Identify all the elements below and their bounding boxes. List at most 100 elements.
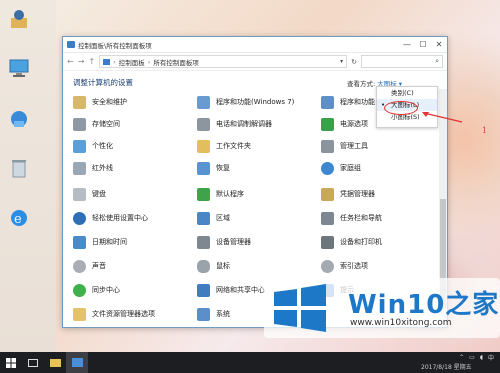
item-security-maintenance[interactable]: 安全和维护 (73, 95, 127, 109)
item-region[interactable]: 区域 (197, 211, 230, 225)
item-ease-of-access[interactable]: 轻松使用设置中心 (73, 211, 148, 225)
item-sound[interactable]: 声音 (73, 259, 106, 273)
item-indexing-options[interactable]: 索引选项 (321, 259, 368, 273)
folder-icon (197, 139, 210, 153)
clock-icon (73, 235, 86, 249)
breadcrumb-all-items[interactable]: 所有控制面板项 (153, 57, 199, 67)
highlight-circle (384, 101, 418, 115)
globe-icon (197, 211, 210, 225)
address-bar[interactable]: › 控制面板 › 所有控制面板项 ▾ (99, 55, 348, 68)
brand-watermark: Win10之家 www.win10xitong.com (264, 278, 500, 338)
windows-logo-icon (274, 284, 326, 332)
tools-icon (321, 139, 334, 153)
brand-name: Win10之家 (348, 290, 500, 320)
folder-icon (103, 58, 111, 65)
window-title: 控制面板\所有控制面板项 (78, 41, 152, 50)
recycle-bin-icon[interactable] (8, 157, 30, 179)
item-admin-tools[interactable]: 管理工具 (321, 139, 368, 153)
title-bar[interactable]: 控制面板\所有控制面板项 — ☐ ✕ (63, 37, 447, 53)
search-input[interactable]: ⌕ (361, 55, 443, 68)
item-sync-center[interactable]: 同步中心 (73, 283, 120, 297)
annotation-number: 1 (482, 126, 488, 135)
item-phone-modem[interactable]: 电话和调制解调器 (197, 117, 272, 131)
system-icon (197, 307, 210, 321)
refresh-button[interactable]: ↻ (351, 58, 357, 66)
credential-icon (321, 187, 334, 201)
item-taskbar-navigation[interactable]: 任务栏和导航 (321, 211, 382, 225)
item-system[interactable]: 系统 (197, 307, 230, 321)
item-mouse[interactable]: 鼠标 (197, 259, 230, 273)
control-panel-icon (71, 358, 83, 367)
folder-options-icon (73, 307, 86, 321)
breadcrumb-control-panel[interactable]: 控制面板 (119, 57, 145, 67)
item-keyboard[interactable]: 键盘 (73, 187, 106, 201)
view-by-label: 查看方式: (347, 80, 376, 88)
item-recovery[interactable]: 恢复 (197, 161, 230, 175)
phone-icon (197, 117, 210, 131)
page-title: 调整计算机的设置 (73, 78, 133, 87)
menu-item-category[interactable]: 类别(C) (377, 87, 437, 99)
item-homegroup[interactable]: 家庭组 (321, 161, 361, 175)
up-button[interactable]: ↑ (88, 57, 95, 66)
control-panel-icon (67, 41, 75, 48)
sync-icon (73, 283, 86, 297)
start-button[interactable] (0, 352, 22, 373)
ime-icon[interactable]: 中 (488, 353, 494, 362)
infrared-icon (73, 161, 86, 175)
navigation-bar: ← → ↑ › 控制面板 › 所有控制面板项 ▾ ↻ ⌕ (63, 53, 447, 71)
annotation-arrow (422, 112, 463, 123)
minimize-button[interactable]: — (399, 38, 415, 52)
printer-icon (321, 235, 334, 249)
battery-icon (321, 117, 334, 131)
network-sharing-icon (197, 283, 210, 297)
file-explorer-icon (49, 359, 61, 367)
item-infrared[interactable]: 红外线 (73, 161, 113, 175)
internet-explorer-icon[interactable]: e (8, 207, 30, 229)
accessibility-icon (73, 211, 86, 225)
window-controls: — ☐ ✕ (399, 38, 447, 52)
search-icon: ⌕ (435, 57, 439, 65)
taskbar-icon (321, 211, 334, 225)
task-view-button[interactable] (22, 352, 44, 373)
item-device-manager[interactable]: 设备管理器 (197, 235, 251, 249)
system-tray: ⌃ ▭ ◖ 中 (459, 353, 494, 362)
close-button[interactable]: ✕ (431, 38, 447, 52)
volume-icon[interactable]: ◖ (480, 354, 483, 361)
chevron-down-icon[interactable]: ▾ (340, 58, 343, 65)
item-file-explorer-options[interactable]: 文件资源管理器选项 (73, 307, 155, 321)
network-tray-icon[interactable]: ▭ (469, 354, 475, 361)
clock-date[interactable]: 2017/8/18 星期五 (421, 362, 472, 371)
indexing-icon (321, 259, 334, 273)
item-programs-win7[interactable]: 程序和功能(Windows 7) (197, 95, 294, 109)
item-work-folders[interactable]: 工作文件夹 (197, 139, 251, 153)
item-default-programs[interactable]: 默认程序 (197, 187, 244, 201)
recovery-icon (197, 161, 210, 175)
maximize-button[interactable]: ☐ (415, 38, 431, 52)
chevron-up-icon[interactable]: ⌃ (459, 354, 464, 361)
item-personalization[interactable]: 个性化 (73, 139, 113, 153)
speaker-icon (73, 259, 86, 273)
device-manager-icon (197, 235, 210, 249)
network-icon[interactable] (8, 108, 30, 130)
svg-text:e: e (14, 212, 22, 227)
mouse-icon (197, 259, 210, 273)
computer-icon[interactable] (8, 57, 30, 79)
keyboard-icon (73, 187, 86, 201)
task-view-icon (28, 358, 38, 367)
item-date-time[interactable]: 日期和时间 (73, 235, 127, 249)
user-folder-icon[interactable] (8, 8, 30, 30)
back-button[interactable]: ← (67, 57, 74, 66)
forward-button[interactable]: → (78, 57, 85, 66)
item-power-options[interactable]: 电源选项 (321, 117, 368, 131)
item-credential-manager[interactable]: 凭据管理器 (321, 187, 375, 201)
default-programs-icon (197, 187, 210, 201)
item-storage-spaces[interactable]: 存储空间 (73, 117, 120, 131)
item-devices-printers[interactable]: 设备和打印机 (321, 235, 382, 249)
windows-start-icon (6, 357, 16, 368)
file-explorer-button[interactable] (44, 352, 66, 373)
flag-icon (73, 95, 86, 109)
item-programs-features[interactable]: 程序和功能 (321, 95, 375, 109)
control-panel-taskbar-button[interactable] (66, 352, 88, 373)
brand-url: www.win10xitong.com (350, 318, 452, 328)
item-network-sharing[interactable]: 网络和共享中心 (197, 283, 265, 297)
